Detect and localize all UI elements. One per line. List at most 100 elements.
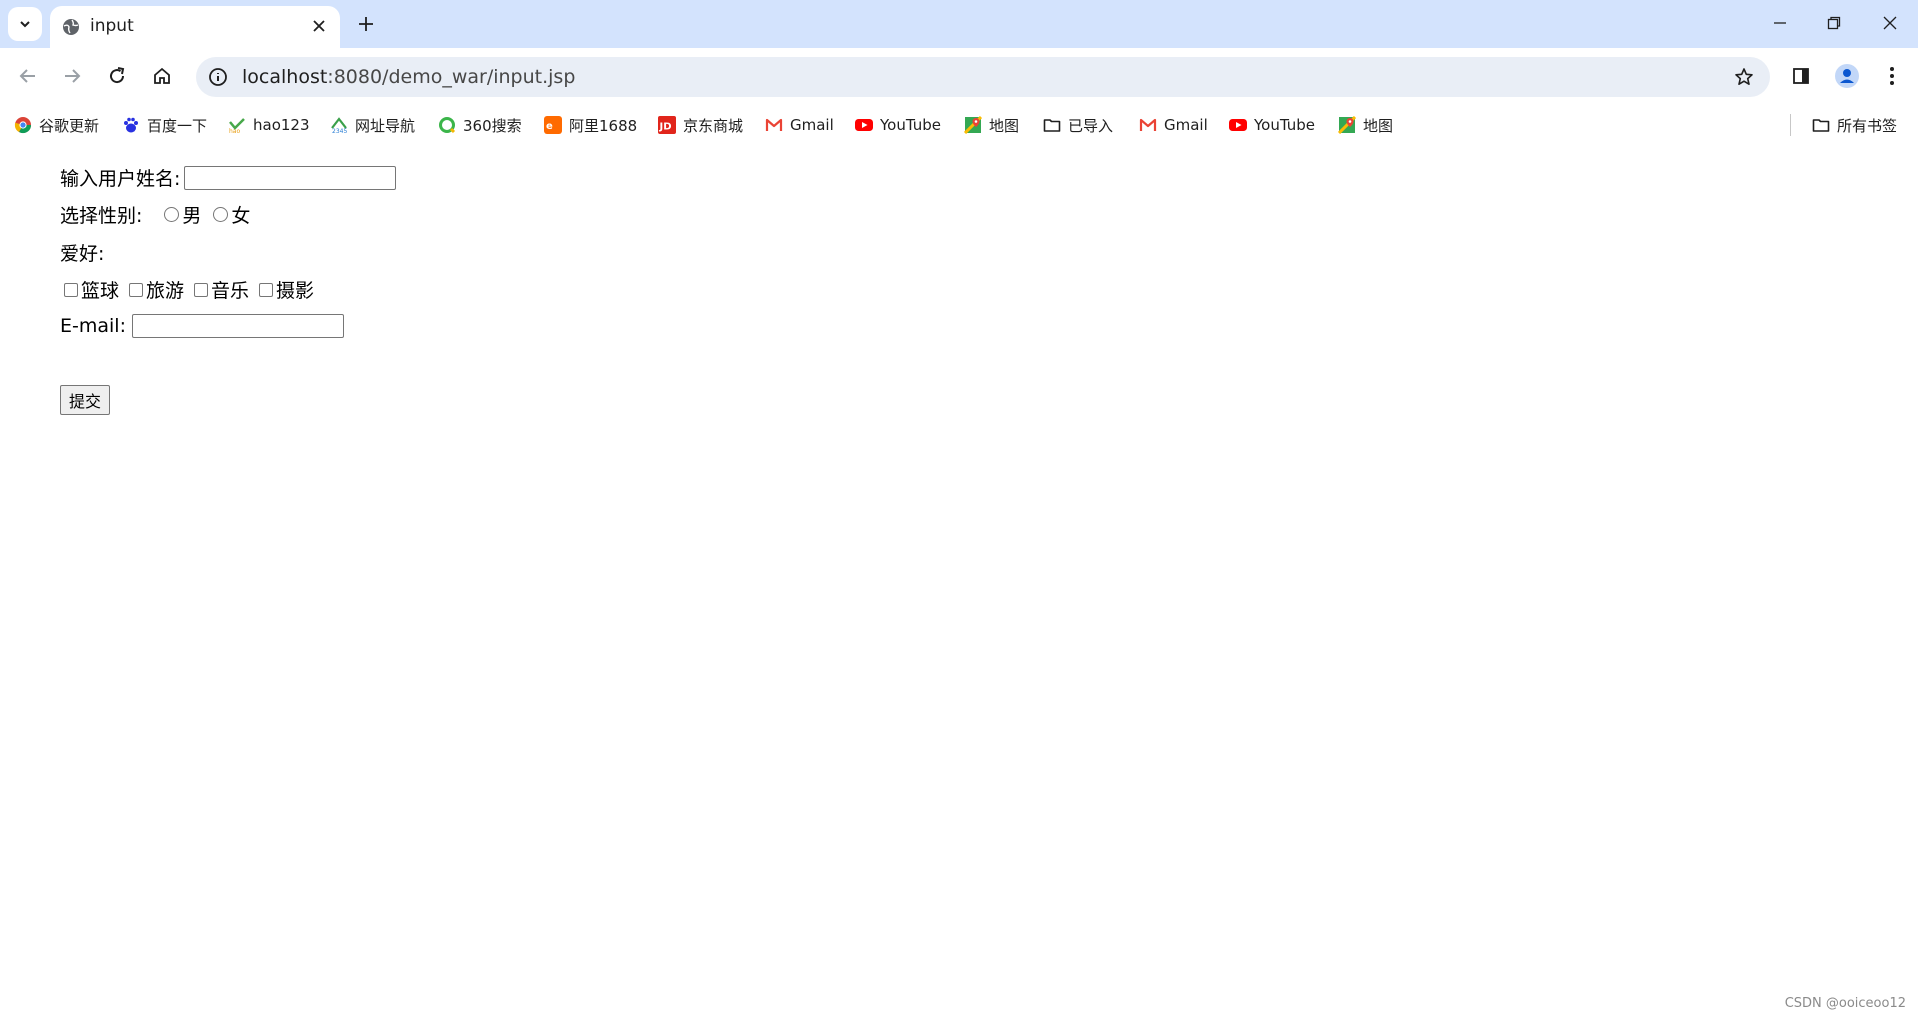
bookmark-label: Gmail [790, 116, 834, 134]
maps-icon [1338, 116, 1356, 134]
maps-icon [964, 116, 982, 134]
plus-icon [359, 17, 373, 31]
bookmark-item[interactable]: 地图 [1338, 113, 1393, 137]
bookmark-item[interactable]: 百度一下 [122, 113, 207, 137]
folder-icon [1043, 116, 1061, 134]
gender-label: 选择性别: [60, 205, 143, 227]
bookmark-label: 阿里1688 [569, 116, 638, 135]
window-close-button[interactable] [1862, 0, 1918, 46]
bookmark-item[interactable]: 谷歌更新 [14, 113, 99, 137]
bookmark-item[interactable]: 2345 网址导航 [330, 113, 415, 137]
submit-row: 提交 [60, 385, 111, 415]
reload-icon [110, 67, 125, 84]
bookmark-label: YouTube [1254, 116, 1315, 134]
globe-icon [63, 19, 79, 35]
bookmark-label: 地图 [989, 116, 1020, 135]
svg-text:2345: 2345 [332, 128, 347, 134]
back-button[interactable] [10, 58, 46, 94]
chrome-icon [14, 116, 32, 134]
1688-icon: e [544, 116, 562, 134]
username-row: 输入用户姓名: [60, 164, 397, 191]
youtube-icon [1229, 116, 1247, 134]
tab-strip: input [0, 0, 1918, 48]
reload-button[interactable] [99, 58, 135, 94]
bookmark-label: hao123 [253, 116, 310, 134]
youtube-icon [855, 116, 873, 134]
email-row: E-mail: [60, 314, 344, 338]
tab-close-button[interactable] [308, 15, 330, 37]
submit-button[interactable]: 提交 [60, 385, 111, 415]
new-tab-button[interactable] [352, 10, 380, 38]
gender-row: 选择性别: 男 女 [60, 201, 250, 228]
url-host: localhost [242, 66, 328, 88]
bookmark-label: YouTube [880, 116, 941, 134]
svg-text:hao: hao [229, 128, 240, 134]
bookmark-label: 360搜索 [463, 116, 522, 135]
gender-female-radio[interactable] [213, 207, 229, 222]
minimize-button[interactable] [1752, 0, 1808, 46]
bookmark-item[interactable]: Gmail [765, 113, 834, 137]
gmail-icon [1139, 116, 1157, 134]
bookmark-folder[interactable]: 已导入 [1043, 113, 1113, 137]
gender-female-label: 女 [231, 205, 251, 227]
home-button[interactable] [144, 58, 180, 94]
home-icon [154, 67, 170, 84]
hobby-travel-checkbox[interactable] [129, 282, 144, 297]
tab-title: input [90, 16, 134, 36]
chevron-down-icon [20, 21, 30, 28]
hobby-row: 篮球 旅游 音乐 摄影 [59, 276, 314, 303]
site-info-button[interactable] [206, 65, 230, 89]
bookmark-item[interactable]: 360搜索 [438, 113, 522, 137]
bookmark-item[interactable]: JD 京东商城 [658, 113, 743, 137]
bookmark-label: 京东商城 [683, 116, 744, 135]
arrow-right-icon [65, 69, 81, 83]
hobby-photography-checkbox[interactable] [259, 282, 274, 297]
hobby-basketball-label: 篮球 [81, 280, 120, 302]
360-icon [438, 116, 456, 134]
bookmark-item[interactable]: 地图 [964, 113, 1019, 137]
tab-search-button[interactable] [8, 7, 42, 41]
username-input[interactable] [184, 165, 397, 190]
email-label: E-mail: [60, 315, 126, 337]
jd-icon: JD [658, 116, 676, 134]
username-label: 输入用户姓名: [60, 168, 181, 190]
address-bar[interactable]: localhost:8080/demo_war/input.jsp [196, 57, 1770, 97]
bookmark-item[interactable]: Gmail [1139, 113, 1208, 137]
bookmark-label: 网址导航 [355, 116, 416, 135]
gender-male-radio[interactable] [164, 207, 180, 222]
bookmarks-bar: 谷歌更新 百度一下 hao hao123 2345 网址导航 360搜索 e 阿… [0, 108, 1918, 142]
restore-icon [1827, 16, 1841, 30]
bookmark-item[interactable]: e 阿里1688 [544, 113, 637, 137]
hobby-music-checkbox[interactable] [194, 282, 209, 297]
email-input[interactable] [131, 314, 344, 338]
2345-icon: 2345 [330, 116, 348, 134]
menu-button[interactable] [1874, 58, 1910, 94]
hobby-basketball-checkbox[interactable] [64, 282, 78, 297]
bookmark-label: 已导入 [1068, 116, 1114, 135]
side-panel-icon [1793, 68, 1809, 84]
forward-button[interactable] [54, 58, 90, 94]
all-bookmarks-button[interactable]: 所有书签 [1812, 113, 1897, 137]
hao123-icon: hao [228, 116, 246, 134]
hobby-music-label: 音乐 [211, 280, 250, 302]
bookmark-item[interactable]: YouTube [1229, 113, 1315, 137]
hobby-label: 爱好: [60, 243, 105, 265]
bookmark-item[interactable]: YouTube [855, 113, 941, 137]
arrow-left-icon [19, 69, 35, 83]
gmail-icon [765, 116, 783, 134]
profile-button[interactable] [1829, 58, 1865, 94]
side-panel-button[interactable] [1783, 58, 1819, 94]
info-icon [209, 68, 227, 86]
watermark: CSDN @ooiceoo12 [1784, 996, 1906, 1011]
avatar-icon [1835, 64, 1859, 88]
close-icon [1883, 16, 1897, 30]
hobby-travel-label: 旅游 [146, 280, 185, 302]
restore-button[interactable] [1806, 0, 1862, 46]
bookmark-item[interactable]: hao hao123 [228, 113, 310, 137]
browser-tab[interactable]: input [50, 6, 340, 48]
more-vert-icon [1890, 67, 1894, 85]
bookmarks-divider [1790, 114, 1791, 136]
hobby-photography-label: 摄影 [276, 280, 315, 302]
bookmark-star-button[interactable] [1732, 65, 1756, 89]
baidu-icon [122, 116, 140, 134]
